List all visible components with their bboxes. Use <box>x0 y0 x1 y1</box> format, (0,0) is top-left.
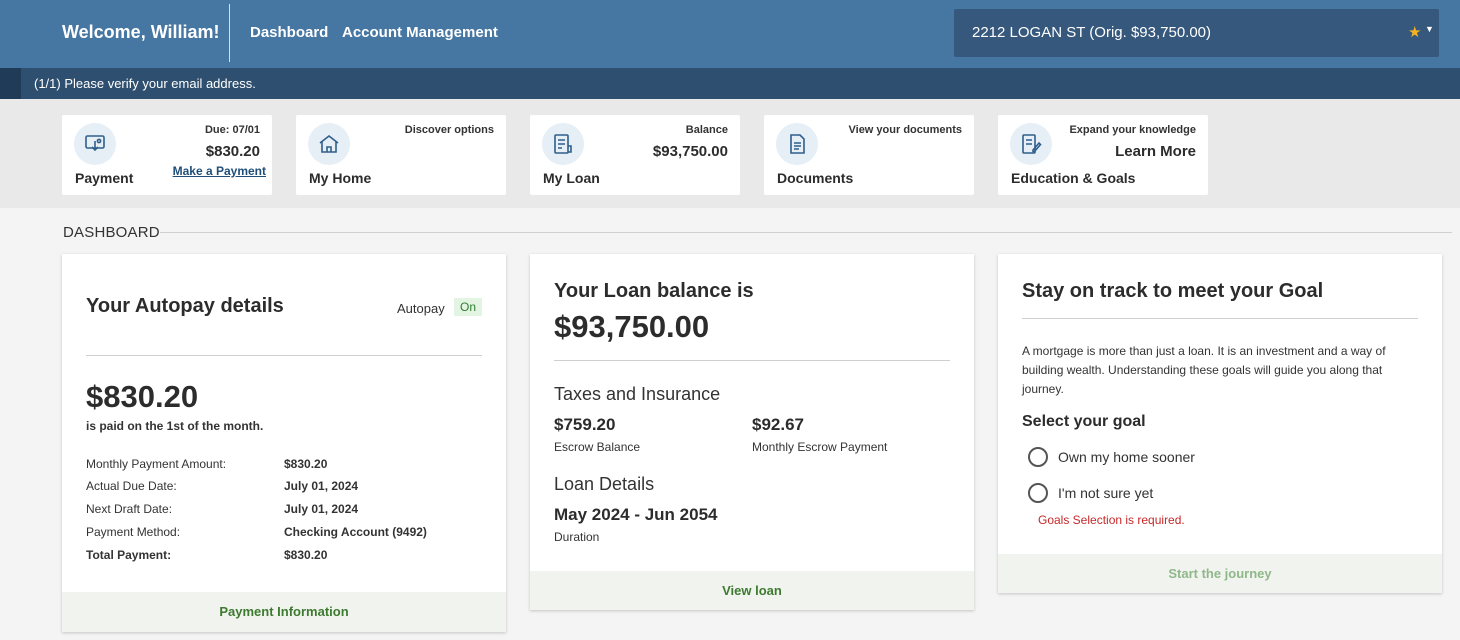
welcome-text: Welcome, William! <box>62 22 220 42</box>
caret-down-icon[interactable]: ▼ <box>1425 24 1434 34</box>
tile-loan-title: My Loan <box>543 170 600 186</box>
loan-duration-value: May 2024 - Jun 2054 <box>554 505 718 524</box>
due-date-value: July 01, 2024 <box>284 479 359 493</box>
quick-links-band: Payment Due: 07/01 $830.20 Make a Paymen… <box>0 99 1460 208</box>
payment-method-value: Checking Account (9492) <box>284 525 427 539</box>
tile-home-title: My Home <box>309 170 372 186</box>
select-goal-label: Select your goal <box>1022 413 1146 430</box>
autopay-status-badge: On <box>454 298 483 316</box>
loan-balance-card: Your Loan balance is $93,750.00 Taxes an… <box>530 254 974 610</box>
autopay-card: Your Autopay details Autopay On $830.20 … <box>62 254 506 632</box>
goal-option-own-home-sooner[interactable]: Own my home sooner <box>1058 449 1195 465</box>
monthly-escrow-label: Monthly Escrow Payment <box>752 440 888 454</box>
loan-document-icon <box>542 123 584 165</box>
tile-my-loan[interactable]: My Loan Balance $93,750.00 <box>530 115 740 195</box>
tile-education-title: Education & Goals <box>1011 170 1136 186</box>
tile-my-home[interactable]: My Home Discover options <box>296 115 506 195</box>
monthly-payment-label: Monthly Payment Amount: <box>86 457 227 471</box>
top-nav: Welcome, William! Dashboard Account Mana… <box>0 0 1460 68</box>
nav-dashboard-link[interactable]: Dashboard <box>250 24 328 41</box>
autopay-amount: $830.20 <box>86 379 199 414</box>
tile-documents-sub: View your documents <box>848 124 963 136</box>
goal-radio-own-home-sooner[interactable] <box>1028 447 1048 467</box>
education-icon <box>1010 123 1052 165</box>
payment-information-button[interactable]: Payment Information <box>62 592 506 632</box>
loan-duration-label: Duration <box>554 530 600 544</box>
goal-card: Stay on track to meet your Goal A mortga… <box>998 254 1442 593</box>
goal-error-message: Goals Selection is required. <box>1038 513 1185 527</box>
nav-account-management-link[interactable]: Account Management <box>342 24 498 41</box>
escrow-balance-label: Escrow Balance <box>554 440 641 454</box>
autopay-heading: Your Autopay details <box>86 295 284 317</box>
tile-documents-title: Documents <box>777 170 854 186</box>
goal-divider <box>1022 318 1418 319</box>
due-date-label: Actual Due Date: <box>86 479 177 493</box>
tile-documents[interactable]: Documents View your documents <box>764 115 974 195</box>
autopay-label: Autopay <box>397 301 445 316</box>
tile-payment[interactable]: Payment Due: 07/01 $830.20 Make a Paymen… <box>62 115 272 195</box>
home-icon <box>308 123 350 165</box>
total-payment-value: $830.20 <box>284 548 328 562</box>
draft-date-value: July 01, 2024 <box>284 502 359 516</box>
tile-loan-sub: Balance <box>685 124 728 136</box>
autopay-schedule-note: is paid on the 1st of the month. <box>86 419 264 433</box>
dashboard-divider <box>160 232 1452 233</box>
goal-option-not-sure[interactable]: I'm not sure yet <box>1058 485 1153 501</box>
draft-date-label: Next Draft Date: <box>86 502 173 516</box>
tile-education-sub: Expand your knowledge <box>1069 124 1196 136</box>
monthly-escrow-value: $92.67 <box>752 415 804 434</box>
goal-heading: Stay on track to meet your Goal <box>1022 280 1324 302</box>
start-journey-button[interactable]: Start the journey <box>998 554 1442 593</box>
monthly-payment-value: $830.20 <box>284 457 328 471</box>
payment-icon <box>74 123 116 165</box>
taxes-insurance-heading: Taxes and Insurance <box>554 384 721 404</box>
payment-method-label: Payment Method: <box>86 525 181 539</box>
tile-payment-amount: $830.20 <box>205 143 260 160</box>
autopay-divider <box>86 355 482 356</box>
dashboard-title: DASHBOARD <box>63 224 160 241</box>
loan-selector-label: 2212 LOGAN ST (Orig. $93,750.00) <box>972 24 1212 41</box>
email-verification-notice: (1/1) Please verify your email address. <box>0 68 1460 99</box>
loan-details-heading: Loan Details <box>554 474 655 494</box>
tile-payment-due: Due: 07/01 <box>204 124 260 136</box>
notice-text[interactable]: (1/1) Please verify your email address. <box>34 76 256 91</box>
loan-balance-divider <box>554 360 950 361</box>
tile-loan-balance: $93,750.00 <box>652 143 728 160</box>
make-payment-link[interactable]: Make a Payment <box>173 164 266 178</box>
learn-more-link[interactable]: Learn More <box>1115 143 1196 160</box>
goal-description: A mortgage is more than just a loan. It … <box>1022 344 1386 396</box>
notice-marker <box>0 68 21 99</box>
view-loan-button[interactable]: View loan <box>530 571 974 610</box>
tile-home-sub: Discover options <box>404 124 494 136</box>
document-icon <box>776 123 818 165</box>
tile-education-goals[interactable]: Education & Goals Expand your knowledge … <box>998 115 1208 195</box>
nav-divider <box>229 4 230 62</box>
goal-radio-not-sure[interactable] <box>1028 483 1048 503</box>
tile-payment-title: Payment <box>75 170 134 186</box>
loan-balance-amount: $93,750.00 <box>554 309 710 344</box>
escrow-balance-value: $759.20 <box>554 415 616 434</box>
total-payment-label: Total Payment: <box>86 548 172 562</box>
loan-selector-dropdown[interactable]: 2212 LOGAN ST (Orig. $93,750.00) ★ ▼ <box>954 9 1439 57</box>
star-icon[interactable]: ★ <box>1408 23 1421 41</box>
loan-balance-heading: Your Loan balance is <box>554 280 754 302</box>
